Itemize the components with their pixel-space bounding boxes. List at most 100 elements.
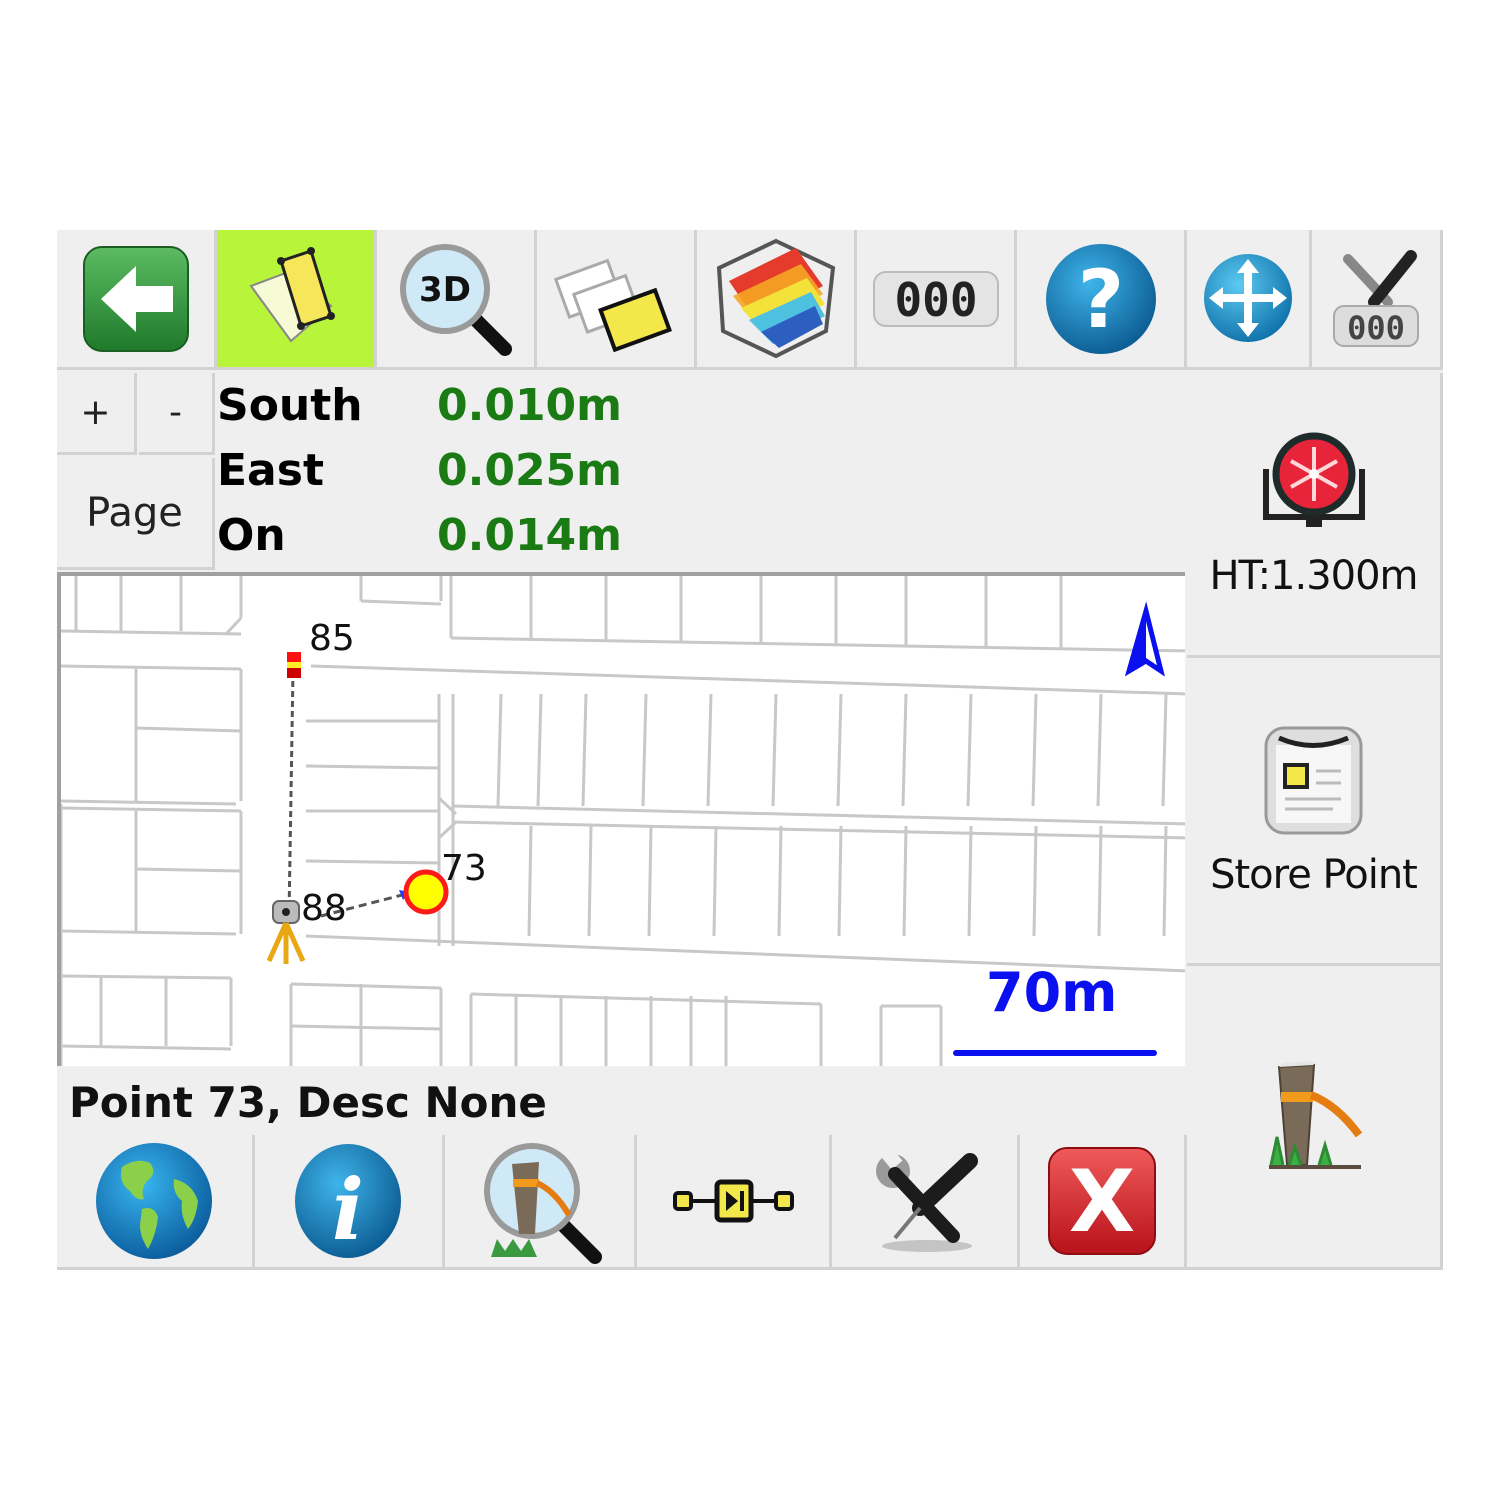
stake-target-marker (403, 869, 449, 915)
3d-magnifier-icon: 3D (400, 243, 512, 356)
target-height-label: HT:1.300m (1209, 553, 1418, 599)
point-status-text: Point 73, Desc None (69, 1078, 547, 1127)
tools-button[interactable] (832, 1135, 1020, 1270)
instrument-settings-button[interactable]: 000 (1312, 230, 1443, 370)
lot-line (536, 693, 543, 807)
lot-line (836, 693, 843, 807)
info-icon: i (295, 1144, 401, 1259)
backsight-line (287, 670, 295, 917)
tools-icon (875, 1148, 978, 1252)
sequence-button[interactable] (637, 1135, 832, 1270)
lot-line (61, 799, 237, 806)
lot-line (527, 825, 533, 937)
lot-line (1031, 693, 1038, 807)
lot-line (452, 820, 1185, 840)
lot-line (470, 992, 822, 1006)
layers-button[interactable] (537, 230, 697, 370)
find-stake-button[interactable] (445, 1135, 637, 1270)
street-edge (310, 664, 1185, 696)
lot-line (290, 1024, 442, 1031)
counter-icon: 000 (872, 270, 999, 327)
lot-line (290, 982, 442, 990)
point-label-88: 88 (301, 888, 347, 929)
stake-search-icon (484, 1142, 602, 1264)
lot-line (61, 929, 237, 936)
svg-text:000: 000 (1347, 309, 1405, 347)
zoom-in-button[interactable]: + (57, 373, 137, 455)
lot-line (224, 616, 243, 636)
globe-button[interactable] (57, 1135, 255, 1270)
lot-line (581, 693, 588, 807)
point-label-85: 85 (309, 618, 355, 659)
close-icon: X (1048, 1147, 1156, 1255)
lot-line (1097, 825, 1103, 937)
back-arrow-icon (82, 245, 189, 352)
page-label: Page (86, 489, 183, 536)
lot-line (452, 804, 1185, 826)
svg-text:?: ? (1077, 253, 1123, 346)
total-station-lens (282, 908, 290, 916)
counter-button[interactable]: 000 (857, 230, 1017, 370)
back-button[interactable] (57, 230, 217, 370)
surface-button[interactable] (697, 230, 857, 370)
readout-label: South (217, 380, 363, 431)
stakeout-readout: South 0.010m East 0.025m On 0.014m (217, 380, 1187, 570)
lot-line (135, 867, 242, 873)
app-screen: 3D 000 ? 000 + - Page South 0.010m East … (57, 230, 1443, 1270)
layers-icon (553, 258, 672, 352)
lot-line (837, 825, 843, 937)
tripod-icon (266, 921, 306, 964)
lot-line (712, 825, 718, 937)
lot-line (771, 693, 778, 807)
readout-label: East (217, 445, 324, 496)
lot-line (496, 693, 503, 807)
lot-line (706, 693, 713, 807)
zoom-out-button[interactable]: - (139, 373, 215, 455)
map-canvas[interactable]: 85 88 73 70m (57, 572, 1185, 1066)
store-point-button[interactable]: Store Point (1187, 658, 1443, 966)
store-point-label: Store Point (1210, 852, 1418, 898)
zoom-in-label: + (80, 392, 111, 433)
backsight-marker-bottom (287, 668, 301, 678)
backsight-marker-mid (287, 662, 301, 668)
zoom-out-label: - (169, 392, 182, 433)
lot-line (901, 693, 908, 807)
lot-line (61, 664, 242, 671)
lot-line (641, 693, 648, 807)
readout-value: 0.014m (437, 510, 623, 561)
close-button[interactable]: X (1020, 1135, 1187, 1270)
pan-button[interactable] (1187, 230, 1312, 370)
map-view-button[interactable] (217, 230, 377, 370)
lot-line (305, 859, 440, 865)
backsight-marker-top (287, 652, 301, 662)
lot-line (1096, 693, 1103, 807)
readout-value: 0.010m (437, 380, 623, 431)
help-button[interactable]: ? (1017, 230, 1187, 370)
store-point-icon (1264, 726, 1363, 835)
prism-target-icon (1262, 432, 1365, 527)
sequence-play-icon (672, 1179, 794, 1223)
lot-line (1161, 693, 1168, 807)
svg-text:X: X (1069, 1152, 1135, 1252)
info-button[interactable]: i (255, 1135, 445, 1270)
readout-value: 0.025m (437, 445, 623, 496)
lot-line (360, 599, 442, 606)
lot-line (1032, 825, 1038, 937)
stake-button[interactable] (1187, 966, 1443, 1270)
lot-plan-icon (248, 247, 335, 343)
lot-line (61, 974, 232, 980)
globe-icon (96, 1142, 212, 1259)
lot-line (587, 825, 593, 937)
help-icon: ? (1045, 243, 1156, 354)
lot-line (61, 629, 242, 636)
lot-line (902, 825, 908, 937)
svg-text:3D: 3D (419, 270, 471, 310)
lot-line (450, 636, 1185, 653)
target-height-button[interactable]: HT:1.300m (1187, 373, 1443, 658)
page-button[interactable]: Page (57, 458, 215, 570)
svg-text:000: 000 (894, 273, 977, 327)
lot-line (61, 806, 242, 813)
svg-text:i: i (332, 1160, 364, 1259)
pan-arrows-icon (1203, 254, 1292, 342)
3d-view-button[interactable]: 3D (377, 230, 537, 370)
